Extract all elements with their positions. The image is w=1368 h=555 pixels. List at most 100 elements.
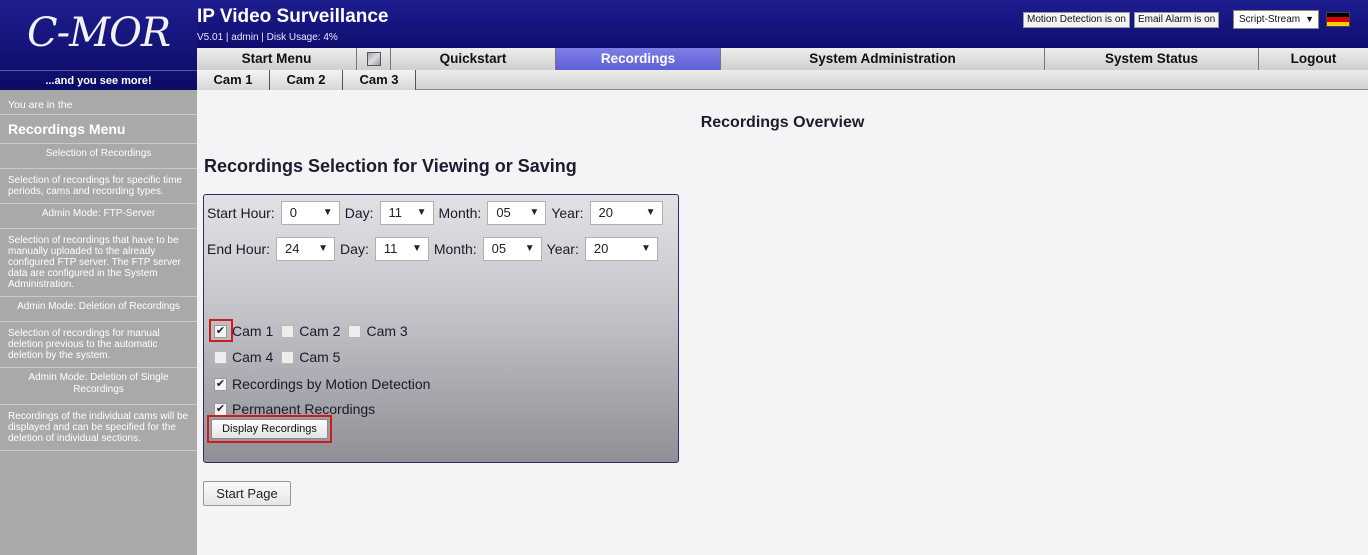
start-month-value: 05 xyxy=(496,205,511,220)
start-hour-label: Start Hour: xyxy=(207,205,275,221)
start-day-value: 11 xyxy=(388,205,403,220)
chevron-down-icon: ▼ xyxy=(322,207,333,218)
start-hour-value: 0 xyxy=(289,205,297,220)
nav-recordings[interactable]: Recordings xyxy=(556,48,721,70)
cam-checkbox-row-2: Cam 4 Cam 5 xyxy=(214,347,348,367)
nav-system-status[interactable]: System Status xyxy=(1045,48,1259,70)
checkbox-icon xyxy=(281,350,295,364)
end-hour-value: 24 xyxy=(285,241,300,256)
start-month-label: Month: xyxy=(438,205,482,221)
end-year-select[interactable]: 20 ▼ xyxy=(584,237,658,261)
sidebar-you-are-in: You are in the xyxy=(8,99,73,111)
chevron-down-icon: ▼ xyxy=(529,207,540,218)
cam-2-label: Cam 2 xyxy=(299,323,341,339)
end-hour-label: End Hour: xyxy=(207,241,271,257)
end-year-value: 20 xyxy=(593,241,609,256)
display-recordings-button[interactable]: Display Recordings xyxy=(211,419,328,439)
sidebar-menu-title: Recordings Menu xyxy=(0,114,197,143)
nav-screen-icon-button[interactable] xyxy=(357,48,391,70)
screen-icon xyxy=(366,52,381,66)
header: C-MOR ...and you see more! IP Video Surv… xyxy=(0,0,1368,90)
app-title: IP Video Surveillance xyxy=(197,6,389,27)
top-bar: IP Video Surveillance V5.01 | admin | Di… xyxy=(197,0,1368,48)
sidebar-divider xyxy=(0,450,197,451)
end-hour-select[interactable]: 24 ▼ xyxy=(276,237,336,261)
chevron-down-icon: ▼ xyxy=(411,243,422,254)
start-month-select[interactable]: 05 ▼ xyxy=(487,201,547,225)
stream-mode-select[interactable]: Script-Stream ▼ xyxy=(1233,10,1319,29)
sidebar-item-ftp-server[interactable]: Admin Mode: FTP-Server xyxy=(0,203,197,228)
email-alarm-status-badge[interactable]: Email Alarm is on xyxy=(1134,12,1220,28)
end-year-label: Year: xyxy=(546,241,579,257)
start-time-row: Start Hour: 0 ▼ Day: 11 ▼ Month: 05 ▼ Year:… xyxy=(207,201,668,225)
logo-text: C-MOR xyxy=(27,10,171,56)
end-day-value: 11 xyxy=(383,241,398,256)
sidebar: You are in the Recordings Menu Selection… xyxy=(0,90,197,555)
tab-cam-1[interactable]: Cam 1 xyxy=(197,70,270,90)
sidebar-item-selection-of-recordings[interactable]: Selection of Recordings xyxy=(0,143,197,168)
nav-logout[interactable]: Logout xyxy=(1259,48,1368,70)
start-day-select[interactable]: 11 ▼ xyxy=(379,201,434,225)
end-month-value: 05 xyxy=(491,241,507,256)
cam-5-label: Cam 5 xyxy=(299,349,341,365)
chevron-down-icon: ▼ xyxy=(318,243,329,254)
start-day-label: Day: xyxy=(344,205,374,221)
cam-1-label: Cam 1 xyxy=(232,323,274,339)
cam-4-label: Cam 4 xyxy=(232,349,274,365)
chevron-down-icon: ▼ xyxy=(640,243,651,254)
recordings-selection-panel: Start Hour: 0 ▼ Day: 11 ▼ Month: 05 ▼ Year:… xyxy=(203,194,679,463)
start-hour-select[interactable]: 0 ▼ xyxy=(280,201,340,225)
sidebar-item-deletion-of-single-recordings[interactable]: Admin Mode: Deletion of Single Recording… xyxy=(0,367,197,404)
start-year-select[interactable]: 20 ▼ xyxy=(589,201,663,225)
cam-1-checkbox[interactable]: ✔ Cam 1 xyxy=(209,319,274,342)
cam-nav: Cam 1 Cam 2 Cam 3 xyxy=(197,70,1368,90)
start-year-label: Year: xyxy=(551,205,584,221)
sidebar-item-deletion-of-recordings[interactable]: Admin Mode: Deletion of Recordings xyxy=(0,296,197,321)
start-page-button[interactable]: Start Page xyxy=(203,481,291,506)
logo-tagline: ...and you see more! xyxy=(0,70,197,90)
main-content: Recordings Overview Recordings Selection… xyxy=(197,90,1368,555)
tab-cam-2[interactable]: Cam 2 xyxy=(270,70,343,90)
checkbox-icon xyxy=(348,324,362,338)
end-month-select[interactable]: 05 ▼ xyxy=(482,237,542,261)
motion-detection-row: ✔ Recordings by Motion Detection xyxy=(214,374,438,394)
checkbox-checked-icon: ✔ xyxy=(214,402,227,416)
cam-5-checkbox[interactable]: Cam 5 xyxy=(281,349,340,365)
motion-detection-checkbox[interactable]: ✔ Recordings by Motion Detection xyxy=(214,376,430,392)
stream-mode-value: Script-Stream xyxy=(1239,14,1301,25)
cam-3-checkbox[interactable]: Cam 3 xyxy=(348,323,408,339)
end-day-label: Day: xyxy=(340,241,369,257)
motion-detection-status-badge[interactable]: Motion Detection is on xyxy=(1023,12,1130,28)
section-title: Recordings Selection for Viewing or Savi… xyxy=(204,156,577,176)
end-month-label: Month: xyxy=(433,241,477,257)
chevron-down-icon: ▼ xyxy=(416,207,427,218)
end-time-row: End Hour: 24 ▼ Day: 11 ▼ Month: 05 ▼ Year: … xyxy=(207,237,663,261)
tab-cam-3[interactable]: Cam 3 xyxy=(343,70,416,90)
chevron-down-icon: ▼ xyxy=(524,243,535,254)
highlight-box xyxy=(209,319,233,342)
nav-quickstart[interactable]: Quickstart xyxy=(391,48,556,70)
end-day-select[interactable]: 11 ▼ xyxy=(374,237,429,261)
checkbox-icon xyxy=(281,324,295,338)
display-recordings-highlight: Display Recordings xyxy=(207,415,332,443)
cam-checkbox-row-1: ✔ Cam 1 Cam 2 Cam 3 xyxy=(209,319,416,342)
nav-system-administration[interactable]: System Administration xyxy=(721,48,1045,70)
chevron-down-icon: ▼ xyxy=(1305,14,1314,24)
version-info: V5.01 | admin | Disk Usage: 4% xyxy=(197,32,338,43)
cam-nav-filler xyxy=(416,70,1368,89)
sidebar-desc-selection: Selection of recordings for specific tim… xyxy=(0,168,197,203)
nav-start-menu[interactable]: Start Menu xyxy=(197,48,357,70)
logo[interactable]: C-MOR ...and you see more! xyxy=(0,0,197,90)
cam-2-checkbox[interactable]: Cam 2 xyxy=(281,323,340,339)
main-nav: Start Menu Quickstart Recordings System … xyxy=(197,48,1368,70)
german-flag-icon[interactable] xyxy=(1326,12,1350,27)
checkbox-icon xyxy=(214,350,227,364)
chevron-down-icon: ▼ xyxy=(645,207,656,218)
cam-4-checkbox[interactable]: Cam 4 xyxy=(214,349,273,365)
motion-detection-label: Recordings by Motion Detection xyxy=(232,376,431,392)
sidebar-desc-deletion: Selection of recordings for manual delet… xyxy=(0,321,197,367)
checkbox-checked-icon: ✔ xyxy=(214,377,227,391)
sidebar-desc-deletion-single: Recordings of the individual cams will b… xyxy=(0,404,197,450)
page-title: Recordings Overview xyxy=(700,114,865,131)
sidebar-desc-ftp: Selection of recordings that have to be … xyxy=(0,228,197,296)
